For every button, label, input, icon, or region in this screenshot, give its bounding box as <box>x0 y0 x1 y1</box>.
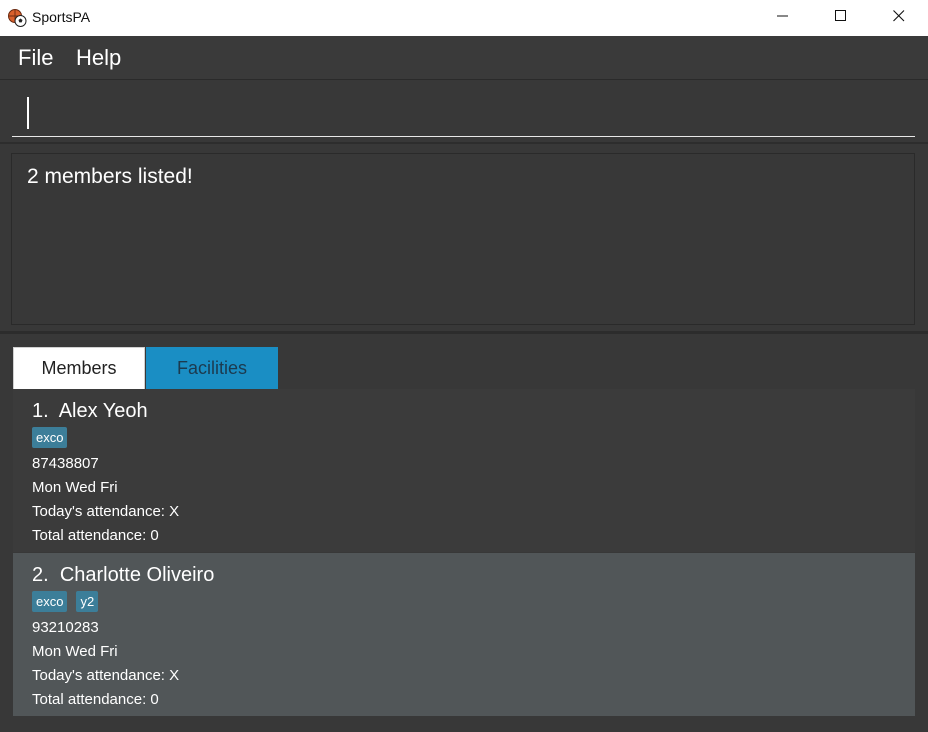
maximize-button[interactable] <box>812 0 870 36</box>
command-input[interactable] <box>12 91 915 137</box>
list-item[interactable]: 1. Alex Yeoh exco 87438807 Mon Wed Fri T… <box>13 389 915 552</box>
member-list: 1. Alex Yeoh exco 87438807 Mon Wed Fri T… <box>13 389 915 716</box>
member-phone: 87438807 <box>32 455 99 472</box>
command-box <box>0 81 928 144</box>
member-total-attendance: Total attendance: 0 <box>32 691 159 708</box>
result-display: 2 members listed! <box>11 153 915 325</box>
text-caret <box>27 97 29 129</box>
maximize-icon <box>835 9 847 27</box>
minimize-button[interactable] <box>754 0 812 36</box>
tab-facilities[interactable]: Facilities <box>146 347 278 389</box>
member-index: 2. <box>32 564 49 586</box>
menu-file[interactable]: File <box>18 45 53 71</box>
menu-help[interactable]: Help <box>76 45 121 71</box>
result-message: 2 members listed! <box>27 165 193 188</box>
member-name: 1. Alex Yeoh <box>32 400 148 423</box>
tab-members[interactable]: Members <box>13 347 145 389</box>
tag-list: exco y2 <box>32 591 99 612</box>
list-item[interactable]: 2. Charlotte Oliveiro exco y2 93210283 M… <box>13 553 915 716</box>
section-divider <box>0 331 928 334</box>
close-button[interactable] <box>870 0 928 36</box>
close-icon <box>893 9 905 27</box>
member-total-attendance: Total attendance: 0 <box>32 527 159 544</box>
member-days: Mon Wed Fri <box>32 643 118 660</box>
tag: exco <box>32 591 68 612</box>
menu-bar: File Help <box>0 36 928 80</box>
sports-balls-icon <box>7 8 27 28</box>
title-bar: SportsPA <box>0 0 928 36</box>
tag: y2 <box>76 591 99 612</box>
member-name-text: Charlotte Oliveiro <box>59 564 215 586</box>
minimize-icon <box>777 9 789 27</box>
member-name-text: Alex Yeoh <box>58 400 148 422</box>
member-phone: 93210283 <box>32 619 99 636</box>
member-today-attendance: Today's attendance: X <box>32 503 180 520</box>
window-title: SportsPA <box>32 9 91 25</box>
member-today-attendance: Today's attendance: X <box>32 667 180 684</box>
member-index: 1. <box>32 400 49 422</box>
tag-list: exco <box>32 427 68 448</box>
tag: exco <box>32 427 68 448</box>
member-name: 2. Charlotte Oliveiro <box>32 564 214 587</box>
member-days: Mon Wed Fri <box>32 479 118 496</box>
